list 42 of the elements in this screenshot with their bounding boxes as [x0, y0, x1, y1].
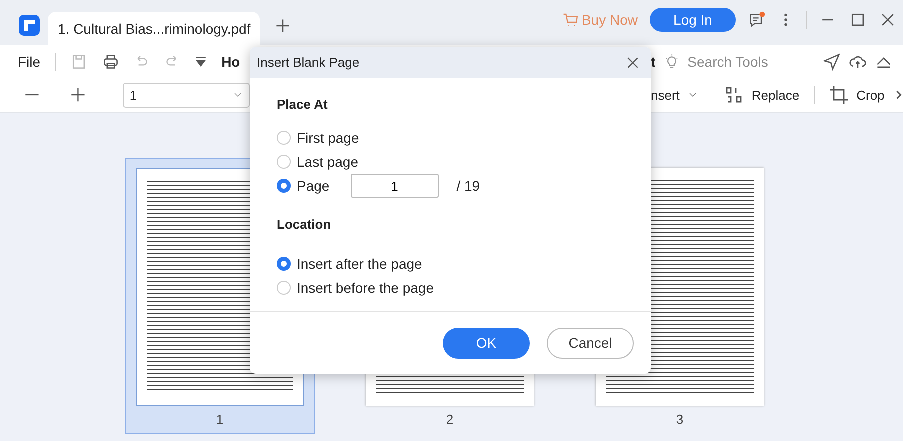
page-number: 1 [216, 412, 224, 427]
search-tools-field[interactable]: Search Tools [688, 54, 768, 70]
ok-button[interactable]: OK [443, 328, 530, 358]
radio-button[interactable] [277, 155, 291, 169]
option-label: Page [297, 178, 330, 194]
cancel-button[interactable]: Cancel [547, 328, 634, 358]
login-button[interactable]: Log In [650, 8, 736, 32]
dropdown-icon[interactable] [194, 54, 208, 68]
dialog-title: Insert Blank Page [257, 55, 360, 70]
option-label: Last page [297, 154, 358, 170]
radio-button[interactable] [277, 179, 291, 193]
page-total: / 19 [456, 178, 480, 194]
toolbar-tab[interactable]: t [651, 54, 656, 70]
page-number: 3 [676, 412, 684, 427]
file-menu[interactable]: File [18, 54, 41, 70]
radio-button[interactable] [277, 257, 291, 271]
option-label: Insert before the page [297, 280, 434, 296]
option-label: First page [297, 130, 360, 146]
cart-icon [562, 12, 579, 28]
page-select[interactable]: 1 [122, 82, 250, 108]
radio-button[interactable] [277, 131, 291, 145]
zoom-in-icon[interactable] [70, 86, 87, 104]
option-label: Insert after the page [297, 256, 422, 272]
plus-icon[interactable] [274, 17, 292, 35]
page-number-field[interactable]: 1 [350, 174, 439, 198]
crop-icon[interactable] [828, 85, 849, 105]
message-icon[interactable] [748, 11, 766, 29]
maximize-icon[interactable] [849, 11, 867, 29]
replace-icon[interactable] [724, 85, 744, 105]
radio-button[interactable] [277, 281, 291, 295]
send-icon[interactable] [823, 52, 841, 70]
insert-menu[interactable]: nsert [651, 88, 680, 102]
app-logo-icon[interactable] [19, 15, 40, 36]
replace-button[interactable]: Replace [752, 88, 800, 102]
print-icon[interactable] [102, 52, 120, 70]
lightbulb-icon[interactable] [664, 54, 680, 70]
page-number: 2 [446, 412, 454, 427]
document-tab[interactable]: 1. Cultural Bias...riminology.pdf [48, 12, 260, 45]
crop-button[interactable]: Crop [856, 88, 885, 102]
section-heading: Place At [277, 97, 328, 112]
home-tab[interactable]: Ho [222, 54, 240, 70]
section-heading: Location [277, 217, 332, 232]
